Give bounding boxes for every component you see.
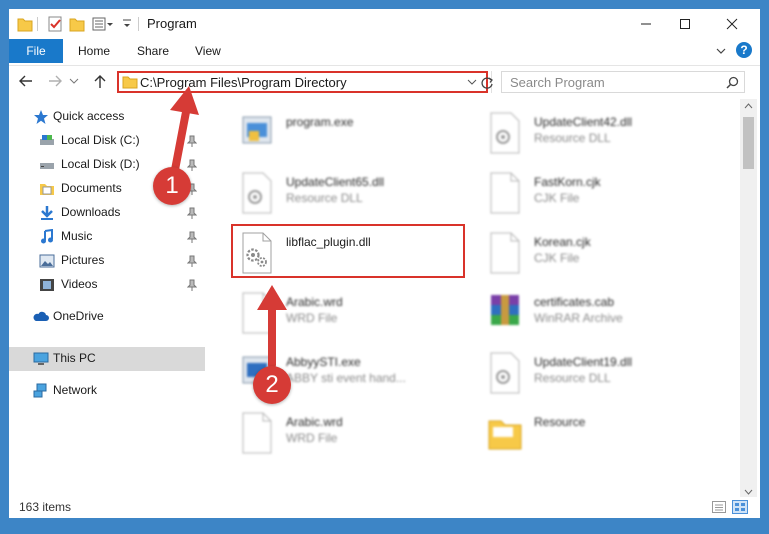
annotation-arrows xyxy=(170,86,287,369)
step-1-badge: 1 xyxy=(153,167,191,205)
step-2-badge: 2 xyxy=(253,366,291,404)
